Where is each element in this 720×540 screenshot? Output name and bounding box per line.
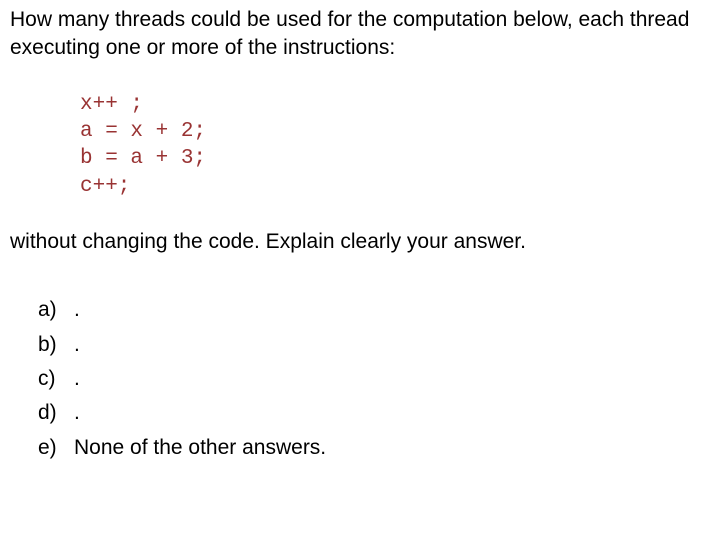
option-a: a) . bbox=[38, 296, 710, 324]
option-label: e) bbox=[38, 434, 74, 462]
option-label: d) bbox=[38, 399, 74, 427]
option-text: None of the other answers. bbox=[74, 434, 326, 462]
option-text: . bbox=[74, 296, 80, 324]
option-c: c) . bbox=[38, 365, 710, 393]
option-label: b) bbox=[38, 331, 74, 359]
option-label: c) bbox=[38, 365, 74, 393]
option-text: . bbox=[74, 365, 80, 393]
code-line-3: b = a + 3; bbox=[80, 147, 206, 170]
option-label: a) bbox=[38, 296, 74, 324]
code-line-4: c++; bbox=[80, 175, 130, 198]
code-line-1: x++ ; bbox=[80, 93, 143, 116]
option-text: . bbox=[74, 331, 80, 359]
options-list: a) . b) . c) . d) . e) None of the other… bbox=[38, 296, 710, 462]
code-block: x++ ; a = x + 2; b = a + 3; c++; bbox=[80, 91, 710, 200]
page: How many threads could be used for the c… bbox=[0, 0, 720, 462]
question-intro: How many threads could be used for the c… bbox=[10, 6, 710, 63]
question-outro: without changing the code. Explain clear… bbox=[10, 228, 710, 256]
option-e: e) None of the other answers. bbox=[38, 434, 710, 462]
option-d: d) . bbox=[38, 399, 710, 427]
option-b: b) . bbox=[38, 331, 710, 359]
code-line-2: a = x + 2; bbox=[80, 120, 206, 143]
option-text: . bbox=[74, 399, 80, 427]
